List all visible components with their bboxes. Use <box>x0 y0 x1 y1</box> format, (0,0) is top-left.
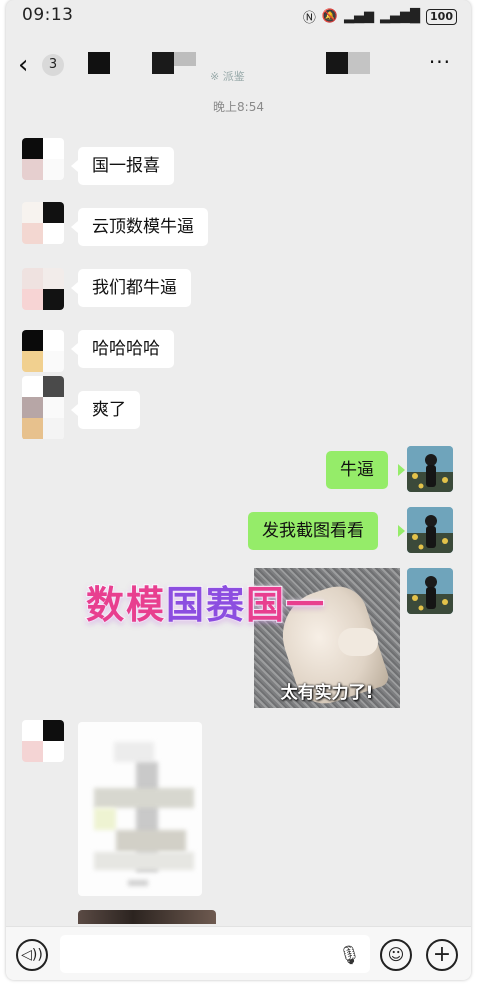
my-avatar[interactable] <box>407 568 453 614</box>
signal-icon: ▂▄▆█ <box>380 9 421 24</box>
banner-part: 数模 <box>85 582 167 628</box>
chat-subtitle: ※ 派鉴 <box>210 70 245 83</box>
mute-icon: 🔕 <box>321 9 339 24</box>
partial-image-message[interactable] <box>78 910 216 924</box>
clock: 09:13 <box>22 5 74 25</box>
unread-count-badge[interactable]: 3 <box>42 54 64 76</box>
more-options-icon[interactable]: ··· <box>429 50 451 74</box>
chat-header: ‹ 3 ※ 派鉴 ··· <box>6 38 471 90</box>
my-message-bubble[interactable]: 发我截图看看 <box>248 512 378 550</box>
nfc-icon: Ⓝ <box>302 11 316 26</box>
message-bubble[interactable]: 我们都牛逼 <box>78 269 191 307</box>
avatar[interactable] <box>22 720 64 762</box>
banner-part: 国赛 <box>165 582 247 628</box>
input-bar: ◁)) 🎙 ☺ + <box>6 926 471 980</box>
emoji-icon[interactable]: ☺ <box>380 939 412 971</box>
my-message-bubble[interactable]: 牛逼 <box>326 451 388 489</box>
avatar[interactable] <box>22 376 64 440</box>
avatar[interactable] <box>22 330 64 372</box>
avatar[interactable] <box>22 268 64 310</box>
signal-icon: ▂▄▆ <box>344 9 375 24</box>
my-avatar[interactable] <box>407 446 453 492</box>
message-bubble[interactable]: 哈哈哈哈 <box>78 330 174 368</box>
message-bubble[interactable]: 国一报喜 <box>78 147 174 185</box>
avatar[interactable] <box>22 202 64 244</box>
sticker-caption: 太有实力了! <box>280 683 374 703</box>
microphone-icon[interactable]: 🎙 <box>338 945 361 966</box>
message-bubble[interactable]: 爽了 <box>78 391 140 429</box>
banner-part: 国一 <box>245 582 327 628</box>
sticker-banner-text: 数模国赛国一 <box>85 574 327 629</box>
message-timestamp: 晚上8:54 <box>213 100 264 114</box>
status-bar: 09:13 Ⓝ 🔕 ▂▄▆ ▂▄▆█ 100 <box>6 0 471 34</box>
chat-screen: 09:13 Ⓝ 🔕 ▂▄▆ ▂▄▆█ 100 ‹ 3 ※ 派鉴 ··· 晚上8:… <box>6 0 471 980</box>
avatar[interactable] <box>22 138 64 180</box>
voice-toggle-icon[interactable]: ◁)) <box>16 939 48 971</box>
plus-icon[interactable]: + <box>426 939 458 971</box>
battery-icon: 100 <box>426 8 457 25</box>
my-avatar[interactable] <box>407 507 453 553</box>
message-input[interactable] <box>60 935 370 973</box>
back-icon[interactable]: ‹ <box>18 52 28 78</box>
blurred-image-message[interactable] <box>78 722 202 896</box>
message-bubble[interactable]: 云顶数模牛逼 <box>78 208 208 246</box>
